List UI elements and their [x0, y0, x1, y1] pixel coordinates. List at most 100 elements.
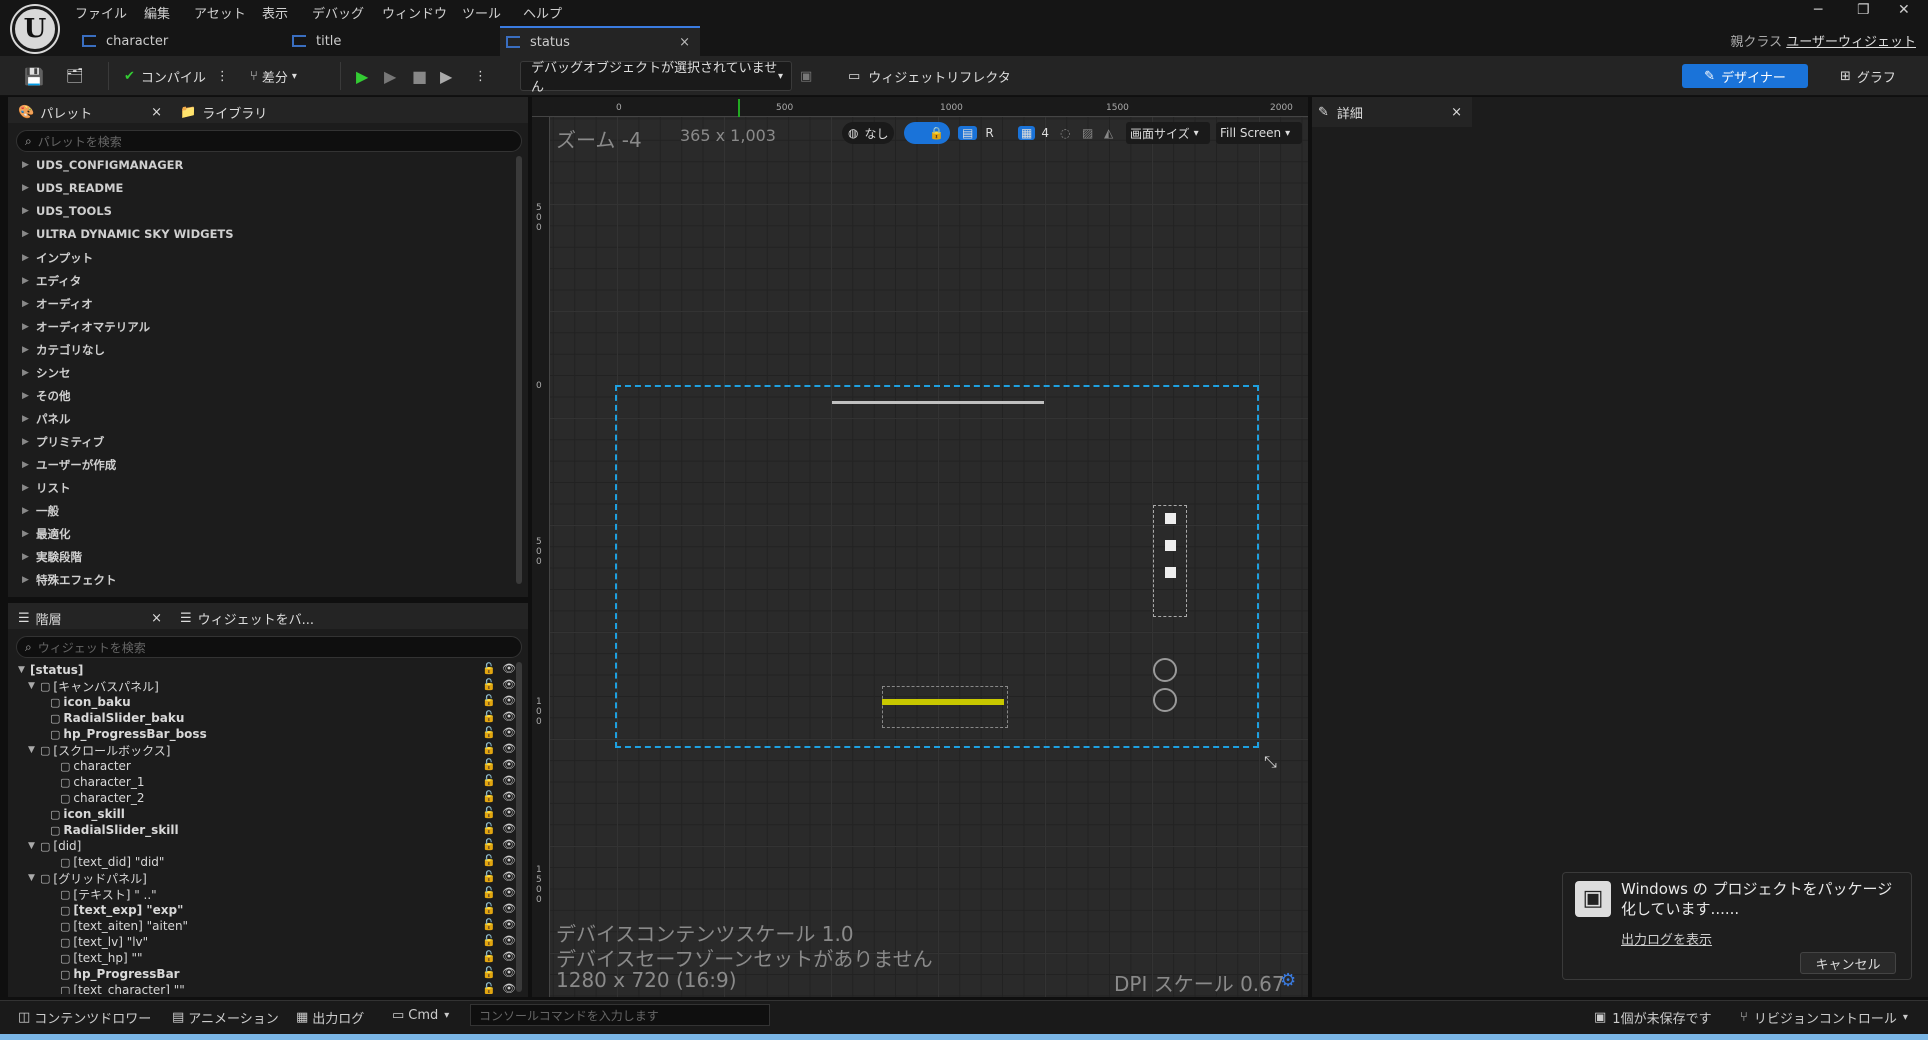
tab-hierarchy[interactable]: ☰ 階層 ×: [18, 605, 168, 631]
visibility-eye-icon[interactable]: 👁: [502, 806, 516, 819]
unlock-icon[interactable]: 🔓: [482, 806, 496, 819]
palette-category[interactable]: ▶ UDS_CONFIGMANAGER: [22, 158, 183, 172]
unlock-icon[interactable]: 🔓: [482, 982, 496, 994]
menu-asset[interactable]: アセット: [194, 3, 246, 22]
expand-arrow-icon[interactable]: ▼: [28, 841, 40, 851]
revision-control-button[interactable]: ⑂ リビジョンコントロール ▾: [1740, 1008, 1908, 1027]
hierarchy-row[interactable]: ▢ character_2: [48, 790, 488, 806]
hierarchy-row[interactable]: ▢ icon_baku: [38, 694, 488, 710]
hp-progress-bar[interactable]: [882, 699, 1004, 705]
character-slot[interactable]: [1165, 513, 1176, 524]
palette-category[interactable]: ▶ インプット: [22, 250, 93, 266]
tab-palette[interactable]: 🎨 パレット ×: [18, 99, 168, 125]
expand-arrow-icon[interactable]: ▼: [28, 873, 40, 883]
play-icon[interactable]: ▶: [356, 62, 368, 90]
tab-character[interactable]: character: [80, 26, 280, 56]
palette-category[interactable]: ▶ プリミティブ: [22, 434, 104, 450]
expand-arrow-icon[interactable]: ▼: [18, 665, 30, 675]
unlock-icon[interactable]: 🔓: [482, 886, 496, 899]
visibility-eye-icon[interactable]: 👁: [502, 790, 516, 803]
visibility-eye-icon[interactable]: 👁: [502, 678, 516, 691]
visibility-eye-icon[interactable]: 👁: [502, 662, 516, 675]
palette-category[interactable]: ▶ 特殊エフェクト: [22, 572, 117, 588]
tab-bind-widgets[interactable]: ☰ ウィジェットをバ...: [180, 605, 314, 631]
hierarchy-row[interactable]: ▢ [text_exp] "exp": [48, 902, 488, 918]
palette-category[interactable]: ▶ オーディオマテリアル: [22, 319, 150, 335]
unlock-icon[interactable]: 🔓: [482, 742, 496, 755]
cmd-dropdown[interactable]: ▭ Cmd ▾: [392, 1008, 449, 1023]
hierarchy-row[interactable]: ▢ character_1: [48, 774, 488, 790]
tab-status[interactable]: status ×: [500, 26, 700, 56]
unlock-icon[interactable]: 🔓: [482, 950, 496, 963]
menu-edit[interactable]: 編集: [144, 3, 170, 22]
palette-category[interactable]: ▶ オーディオ: [22, 296, 93, 312]
visibility-eye-icon[interactable]: 👁: [502, 950, 516, 963]
visibility-eye-icon[interactable]: 👁: [502, 710, 516, 723]
visibility-eye-icon[interactable]: 👁: [502, 966, 516, 979]
hierarchy-row[interactable]: ▢ character: [48, 758, 488, 774]
visibility-eye-icon[interactable]: 👁: [502, 918, 516, 931]
hierarchy-row[interactable]: ▢ hp_ProgressBar_boss: [38, 726, 488, 742]
unlock-icon[interactable]: 🔓: [482, 902, 496, 915]
hierarchy-row[interactable]: ▢ [text_character] "": [48, 982, 488, 994]
console-command-input[interactable]: コンソールコマンドを入力します: [470, 1004, 770, 1026]
visibility-eye-icon[interactable]: 👁: [502, 982, 516, 994]
palette-category[interactable]: ▶ UDS_TOOLS: [22, 204, 112, 218]
hierarchy-row[interactable]: ▢ [text_hp] "": [48, 950, 488, 966]
widget-reflector-button[interactable]: ▭ ウィジェットリフレクタ: [848, 62, 1011, 90]
step-icon[interactable]: ▶: [384, 62, 396, 90]
expand-arrow-icon[interactable]: ▼: [28, 681, 40, 691]
hierarchy-row[interactable]: ▼ ▢ [キャンバスパネル]: [28, 678, 488, 694]
visibility-eye-icon[interactable]: 👁: [502, 694, 516, 707]
close-panel-icon[interactable]: ×: [151, 611, 162, 626]
visibility-eye-icon[interactable]: 👁: [502, 870, 516, 883]
grid-panel[interactable]: [882, 686, 1008, 728]
unlock-icon[interactable]: 🔓: [482, 838, 496, 851]
palette-category[interactable]: ▶ シンセ: [22, 365, 71, 381]
hierarchy-scrollbar[interactable]: [516, 662, 522, 992]
cancel-button[interactable]: キャンセル: [1800, 952, 1896, 974]
unlock-icon[interactable]: 🔓: [482, 870, 496, 883]
radial-slider-skill[interactable]: [1153, 688, 1177, 712]
menu-file[interactable]: ファイル: [75, 3, 127, 22]
unlock-icon[interactable]: 🔓: [482, 710, 496, 723]
hierarchy-row[interactable]: ▼ ▢ [グリッドパネル]: [28, 870, 488, 886]
save-icon[interactable]: 💾: [24, 62, 44, 90]
visibility-eye-icon[interactable]: 👁: [502, 854, 516, 867]
more-options-icon[interactable]: ⋮: [216, 69, 229, 84]
restore-icon[interactable]: ❐: [1857, 2, 1870, 18]
screen-size-dropdown[interactable]: 画面サイズ ▾: [1126, 122, 1210, 144]
tab-details[interactable]: ✎ 詳細 ×: [1312, 97, 1472, 127]
play-options-icon[interactable]: ⋮: [474, 62, 487, 90]
palette-category[interactable]: ▶ 実験段階: [22, 549, 82, 565]
unlock-icon[interactable]: 🔓: [482, 694, 496, 707]
radial-slider-baku[interactable]: [1153, 658, 1177, 682]
visibility-eye-icon[interactable]: 👁: [502, 742, 516, 755]
unlock-icon[interactable]: 🔓: [482, 966, 496, 979]
hierarchy-row[interactable]: ▢ [text_did] "did": [48, 854, 488, 870]
menu-view[interactable]: 表示: [262, 3, 288, 22]
menu-debug[interactable]: デバッグ: [312, 3, 364, 22]
close-tab-icon[interactable]: ×: [679, 35, 690, 50]
close-panel-icon[interactable]: ×: [1451, 105, 1462, 120]
hierarchy-row[interactable]: ▢ RadialSlider_skill: [38, 822, 488, 838]
tab-library[interactable]: 📁 ライブラリ: [180, 99, 267, 125]
palette-scrollbar[interactable]: [516, 156, 522, 584]
palette-category[interactable]: ▶ ULTRA DYNAMIC SKY WIDGETS: [22, 227, 234, 241]
diff-button[interactable]: ⑂ 差分 ▾: [250, 62, 297, 90]
hp-progress-bar-boss[interactable]: [832, 401, 1044, 404]
hierarchy-row[interactable]: ▢ RadialSlider_baku: [38, 710, 488, 726]
designer-button[interactable]: ✎ デザイナー: [1682, 64, 1808, 88]
compile-button[interactable]: ✔ コンパイル ⋮: [124, 62, 229, 90]
visibility-eye-icon[interactable]: 👁: [502, 726, 516, 739]
unsaved-assets-button[interactable]: ▣ 1個が未保存です: [1594, 1008, 1712, 1027]
menu-help[interactable]: ヘルプ: [523, 3, 562, 22]
visibility-eye-icon[interactable]: 👁: [502, 774, 516, 787]
dpi-settings-gear-icon[interactable]: ⚙: [1280, 970, 1296, 991]
hierarchy-search-input[interactable]: ⌕ ウィジェットを検索: [16, 636, 522, 658]
hierarchy-row[interactable]: ▼ ▢ [スクロールボックス]: [28, 742, 488, 758]
character-slot[interactable]: [1165, 567, 1176, 578]
hierarchy-row[interactable]: ▼ [status]: [18, 662, 488, 678]
debug-browse-icon[interactable]: ▣: [800, 62, 812, 90]
unlock-icon[interactable]: 🔓: [482, 790, 496, 803]
